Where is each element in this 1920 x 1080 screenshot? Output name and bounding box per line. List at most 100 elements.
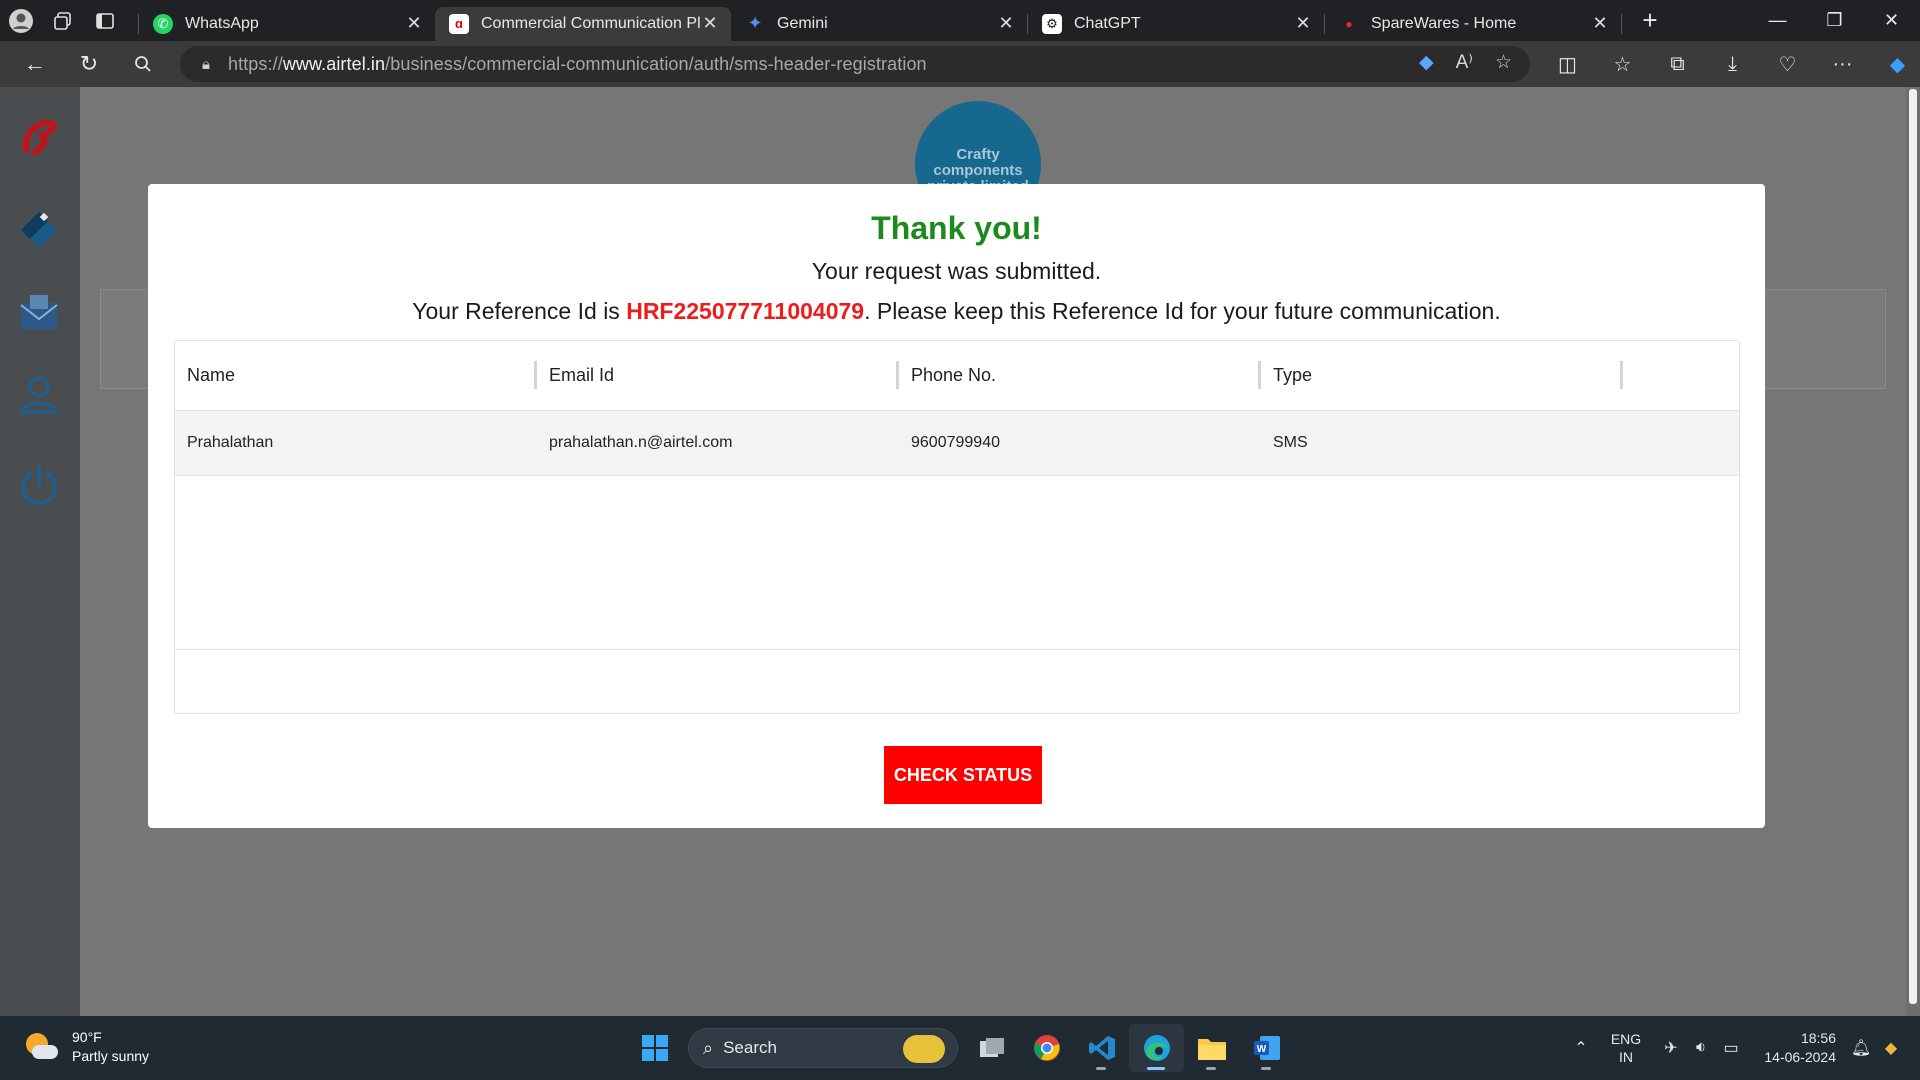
volume-icon[interactable]: 🔉︎ [1686, 1039, 1716, 1057]
airplane-mode-icon[interactable]: ✈ [1656, 1038, 1686, 1058]
column-header-name[interactable]: Name [175, 361, 537, 389]
clock-date: 14-06-2024 [1764, 1049, 1836, 1065]
edge-browser-icon[interactable] [1129, 1024, 1184, 1072]
close-icon[interactable]: ✕ [701, 13, 719, 34]
table-header: Name Email Id Phone No. Type [175, 341, 1739, 411]
messages-envelope-icon[interactable] [14, 287, 64, 337]
tab-sparewares[interactable]: ● SpareWares - Home ✕ [1325, 7, 1621, 41]
column-header-phone[interactable]: Phone No. [899, 361, 1261, 389]
check-status-button[interactable]: CHECK STATUS [884, 746, 1042, 804]
chrome-icon[interactable] [1019, 1024, 1074, 1072]
language-line2: IN [1619, 1049, 1633, 1065]
copilot-icon[interactable]: ◆ [1870, 52, 1920, 77]
search-label: Search [723, 1038, 777, 1057]
tab-title: Commercial Communication Plat [481, 14, 701, 32]
url-path: /business/commercial-communication/auth/… [385, 53, 927, 74]
table-row: Prahalathan prahalathan.n@airtel.com 960… [175, 411, 1739, 476]
url-prefix: https:// [227, 53, 283, 74]
language-line1: ENG [1610, 1031, 1642, 1047]
copilot-taskbar-icon[interactable]: ◆ [1876, 1038, 1906, 1058]
restore-icon[interactable]: ❐ [1806, 10, 1863, 31]
more-options-icon[interactable]: ··· [1815, 53, 1870, 76]
split-screen-icon[interactable]: ◫ [1540, 52, 1595, 77]
file-explorer-icon[interactable] [1184, 1024, 1239, 1072]
close-icon[interactable]: ✕ [1591, 13, 1609, 34]
reference-line: Your Reference Id is HRF225077711004079.… [148, 298, 1765, 325]
weather-description: Partly sunny [72, 1048, 150, 1064]
cell-email: prahalathan.n@airtel.com [549, 434, 733, 451]
lock-icon[interactable]: 🔒︎ [202, 56, 210, 73]
weather-widget[interactable]: 90°F Partly sunny [22, 1028, 149, 1066]
window-controls: — ❐ ✕ [1749, 10, 1920, 31]
back-icon[interactable]: ← [8, 41, 62, 87]
cell-phone: 9600799940 [911, 434, 1000, 451]
chevron-up-icon[interactable]: ⌃ [1566, 1038, 1596, 1058]
close-icon[interactable]: ✕ [1294, 13, 1312, 34]
tab-actions-icon[interactable] [84, 0, 126, 41]
logout-power-icon[interactable] [14, 461, 64, 511]
performance-icon[interactable]: ♡ [1760, 52, 1815, 77]
read-aloud-icon[interactable]: A⁾ [1456, 51, 1473, 74]
close-icon[interactable]: ✕ [405, 13, 423, 34]
close-window-icon[interactable]: ✕ [1863, 10, 1920, 31]
minimize-icon[interactable]: — [1749, 10, 1806, 31]
submission-table: Name Email Id Phone No. Type Prahalathan… [174, 340, 1740, 714]
new-tab-icon[interactable]: + [1630, 5, 1670, 36]
profile-icon[interactable] [0, 0, 42, 41]
sparewares-icon: ● [1345, 16, 1353, 31]
page-viewport: Crafty components private limited Thank … [0, 87, 1920, 1016]
svg-text:W: W [1256, 1044, 1266, 1055]
url-text: https://www.airtel.in/business/commercia… [228, 54, 927, 75]
modal-subtitle: Your request was submitted. [811, 258, 1102, 284]
downloads-icon[interactable]: ⤓ [1705, 53, 1760, 76]
tab-title: SpareWares - Home [1371, 14, 1517, 32]
tab-separator [1621, 13, 1622, 34]
airtel-logo-icon[interactable] [14, 111, 64, 161]
tab-chatgpt[interactable]: ⚙ ChatGPT ✕ [1028, 7, 1324, 41]
word-icon[interactable]: W [1239, 1024, 1294, 1072]
url-actions: ◆ A⁾ ☆ [1419, 51, 1512, 74]
vscode-icon[interactable] [1074, 1024, 1129, 1072]
airtel-icon: ɑ [449, 13, 469, 34]
browser-tab-bar: ✆ WhatsApp ✕ ɑ Commercial Communication … [0, 0, 1920, 41]
task-view-icon[interactable] [964, 1024, 1019, 1072]
workspaces-icon[interactable] [42, 0, 84, 41]
dashboard-diamond-icon[interactable] [14, 205, 64, 255]
taskbar-search[interactable]: ⌕ Search [688, 1028, 958, 1068]
tab-commercial-communication[interactable]: ɑ Commercial Communication Plat ✕ [435, 6, 731, 41]
user-profile-icon[interactable] [14, 369, 64, 419]
confirmation-modal: Thank you! Your request was submitted. Y… [148, 184, 1765, 828]
tab-title: WhatsApp [185, 14, 259, 32]
windows-start-icon[interactable] [628, 1024, 682, 1072]
address-bar-row: ← ↻ 🔒︎ https://www.airtel.in/business/co… [0, 41, 1920, 87]
favorites-icon[interactable]: ☆ [1595, 52, 1650, 77]
page-scrollbar[interactable] [1906, 87, 1920, 1016]
table-empty-area [175, 476, 1739, 650]
clock[interactable]: 18:56 14-06-2024 [1752, 1029, 1836, 1067]
tab-title: Gemini [777, 14, 828, 32]
windows-taskbar: 90°F Partly sunny ⌕ Search W ⌃ ENG IN ✈ … [0, 1016, 1920, 1080]
search-icon: ⌕ [703, 1037, 714, 1058]
clock-time: 18:56 [1800, 1030, 1836, 1046]
url-field[interactable]: 🔒︎ https://www.airtel.in/business/commer… [180, 46, 1530, 82]
whatsapp-icon: ✆ [153, 13, 173, 34]
refresh-icon[interactable]: ↻ [62, 41, 116, 87]
column-header-type[interactable]: Type [1261, 361, 1623, 389]
tag-icon[interactable]: ◆ [1419, 51, 1434, 74]
battery-icon[interactable]: ▭ [1716, 1038, 1746, 1058]
gemini-icon: ✦ [747, 13, 763, 33]
search-highlight-icon [903, 1035, 945, 1063]
column-header-email[interactable]: Email Id [537, 361, 899, 389]
cell-name: Prahalathan [187, 434, 274, 451]
favorite-star-icon[interactable]: ☆ [1495, 51, 1512, 74]
tab-whatsapp[interactable]: ✆ WhatsApp ✕ [139, 7, 435, 41]
left-sidebar [0, 87, 80, 1016]
collections-icon[interactable]: ⧉ [1650, 53, 1705, 76]
search-icon[interactable] [116, 41, 170, 87]
close-icon[interactable]: ✕ [997, 13, 1015, 34]
system-tray: ⌃ ENG IN ✈ 🔉︎ ▭ 18:56 14-06-2024 🔔︎ ◆ [1566, 1016, 1920, 1080]
language-indicator[interactable]: ENG IN [1602, 1030, 1650, 1066]
notification-bell-icon[interactable]: 🔔︎ [1846, 1038, 1876, 1058]
scrollbar-thumb[interactable] [1909, 89, 1917, 1004]
tab-gemini[interactable]: ✦ Gemini ✕ [731, 7, 1027, 41]
